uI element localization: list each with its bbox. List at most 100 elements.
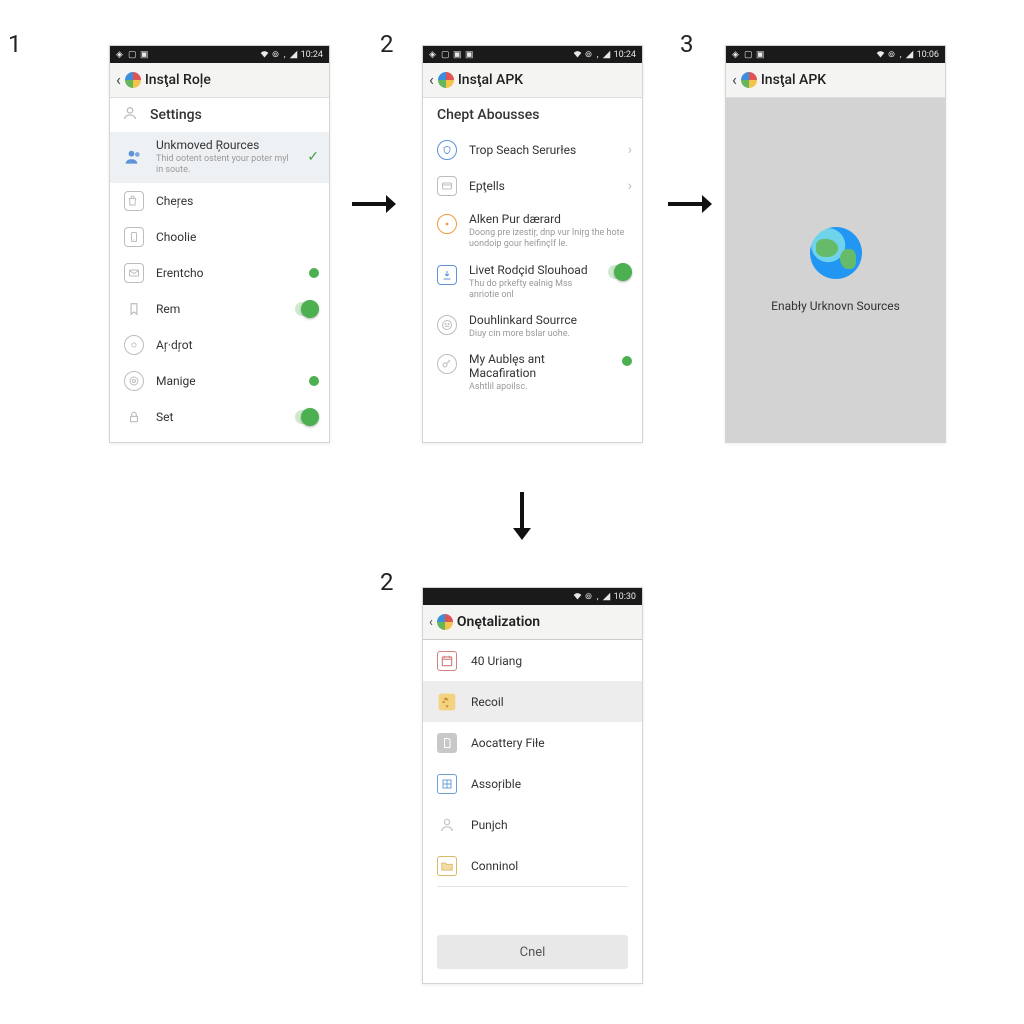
people-icon xyxy=(124,147,144,167)
row-label: Aŗ·dŗot xyxy=(156,338,319,352)
image-icon: ▢ xyxy=(744,50,753,59)
section-header-settings: Settings xyxy=(110,98,329,132)
signal-icon xyxy=(602,592,611,601)
back-icon[interactable]: ‹ xyxy=(116,72,121,88)
step-number-1: 1 xyxy=(8,30,22,58)
step-number-2-bottom: 2 xyxy=(380,568,394,596)
status-bar: ⊚ , 10:30 xyxy=(423,588,642,605)
key-icon xyxy=(437,354,457,374)
row-manige[interactable]: Manige xyxy=(110,363,329,399)
row-erentcho[interactable]: Erentcho xyxy=(110,255,329,291)
section-header-chept: Chept Abousses xyxy=(423,98,642,132)
app-bar: ‹ Insţal Roļe xyxy=(110,63,329,98)
back-icon[interactable]: ‹ xyxy=(429,72,434,88)
person-icon xyxy=(122,105,138,125)
install-row-punjch[interactable]: Punjch xyxy=(423,804,642,845)
phone-4: ⊚ , 10:30 ‹ Onętalization 40 Uriang Reco… xyxy=(422,587,643,984)
toggle[interactable] xyxy=(295,410,319,424)
row-alken[interactable]: Alken Pur dærard Doong pre izestiŗ, dnp … xyxy=(423,204,642,257)
row-label: Alken Pur dærard xyxy=(469,212,632,226)
back-icon[interactable]: ‹ xyxy=(732,72,737,88)
row-desc: Ashtlil apoilsc. xyxy=(469,382,610,393)
app-icon xyxy=(438,72,454,88)
app-bar: ‹ Insţal APK xyxy=(726,63,945,98)
row-label: Erentcho xyxy=(156,266,297,280)
cnel-button[interactable]: Cnel xyxy=(437,935,628,969)
back-icon[interactable]: ‹ xyxy=(429,616,433,629)
check-icon: ✓ xyxy=(307,149,319,165)
row-title: Unkmoved Ŗources xyxy=(156,138,295,152)
status-time: 10:24 xyxy=(614,50,636,60)
recycle-icon xyxy=(437,692,457,712)
card-icon xyxy=(437,176,457,196)
arrow-down xyxy=(510,490,534,546)
bag-icon xyxy=(124,191,144,211)
sad-icon xyxy=(437,315,457,335)
row-trop[interactable]: Trop Seach Serurłes › xyxy=(423,132,642,168)
row-livet[interactable]: Livet Rodçid Slouhoad Thu do prkefty eal… xyxy=(423,257,642,308)
status-time: 10:06 xyxy=(917,50,939,60)
lock-icon xyxy=(124,407,144,427)
status-bar: ◈ ▢ ▣ ⊚ , 10:06 xyxy=(726,46,945,63)
row-label: Choolie xyxy=(156,230,319,244)
row-label: Conninol xyxy=(471,859,518,873)
row-douh[interactable]: Douhlinkard Sourrce Diuy cin more bslar … xyxy=(423,307,642,346)
status-bar: ◈ ▢ ▣ ⊚ , 10:24 xyxy=(110,46,329,63)
download-icon xyxy=(437,265,457,285)
row-label: 40 Uriang xyxy=(471,654,522,668)
wifi-icon xyxy=(876,50,885,59)
row-rem[interactable]: Rem xyxy=(110,291,329,327)
row-label: Epţells xyxy=(469,179,616,193)
row-myaub[interactable]: My Aublęs ant Macafiration Ashtlil apoil… xyxy=(423,346,642,399)
row-label: Set xyxy=(156,410,283,424)
toggle[interactable] xyxy=(295,302,319,316)
row-label: Punjch xyxy=(471,818,508,832)
folder-icon xyxy=(437,856,457,876)
row-set[interactable]: Set xyxy=(110,399,329,435)
step-number-3: 3 xyxy=(680,30,694,58)
chevron-right-icon: › xyxy=(628,178,632,194)
app-icon xyxy=(437,614,453,630)
image-icon-2: ▣ xyxy=(453,50,462,59)
row-desc: Thu do prkefty ealnig Mss anriotie onl xyxy=(469,279,596,302)
row-desc: Thid ootent ostent your poter myl in sou… xyxy=(156,154,295,177)
install-row-conninol[interactable]: Conninol xyxy=(423,845,642,886)
file-icon xyxy=(437,733,457,753)
app-bar: ‹ Insţal APK xyxy=(423,63,642,98)
shield-icon: ◈ xyxy=(116,50,125,59)
shield-icon: ◈ xyxy=(732,50,741,59)
dot-icon: , xyxy=(284,50,286,60)
row-chenes[interactable]: Cheŗes xyxy=(110,183,329,219)
install-row-recoil[interactable]: Recoil xyxy=(423,681,642,722)
compass-icon: ⊚ xyxy=(888,50,897,59)
signal-icon xyxy=(602,50,611,59)
app-title: Onętalization xyxy=(457,614,540,630)
row-choolie[interactable]: Choolie xyxy=(110,219,329,255)
row-unknown-sources[interactable]: Unkmoved Ŗources Thid ootent ostent your… xyxy=(110,132,329,183)
row-label: Rem xyxy=(156,302,283,316)
shield-circle-icon xyxy=(437,140,457,160)
arrow-right-2 xyxy=(666,186,712,222)
row-desc: Diuy cin more bslar uohe. xyxy=(469,329,629,340)
row-desc: Doong pre izestiŗ, dnp vur lniŗg the hot… xyxy=(469,228,629,251)
app-icon xyxy=(125,72,141,88)
globe-icon xyxy=(810,227,862,279)
phone-2: ◈ ▢ ▣ ▣ ⊚ , 10:24 ‹ Insţal APK Chept Abo… xyxy=(422,45,643,443)
install-row-assorible[interactable]: Assoŗible xyxy=(423,763,642,804)
phone-3: ◈ ▢ ▣ ⊚ , 10:06 ‹ Insţal APK Enabły Urkn… xyxy=(725,45,946,443)
row-ardot[interactable]: Aŗ·dŗot xyxy=(110,327,329,363)
status-dot xyxy=(622,356,632,366)
target-icon xyxy=(124,371,144,391)
app-title: Insţal APK xyxy=(761,72,826,88)
install-row-uriang[interactable]: 40 Uriang xyxy=(423,640,642,681)
arrow-right-1 xyxy=(350,186,396,222)
row-label: Cheŗes xyxy=(156,194,319,208)
signal-icon xyxy=(289,50,298,59)
status-dot xyxy=(309,376,319,386)
install-row-aocattery[interactable]: Aocattery Fiłe xyxy=(423,722,642,763)
row-eptells[interactable]: Epţells › xyxy=(423,168,642,204)
person-outline-icon xyxy=(437,815,457,835)
image-icon: ▢ xyxy=(441,50,450,59)
toggle[interactable] xyxy=(608,265,632,279)
app-icon xyxy=(741,72,757,88)
